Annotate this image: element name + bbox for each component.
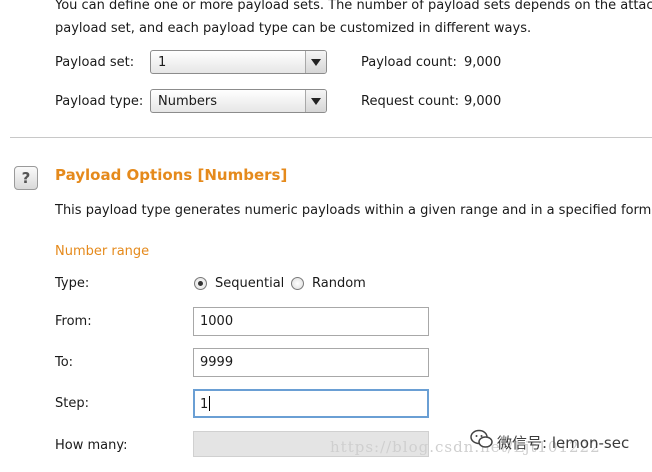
- help-button[interactable]: ?: [14, 166, 38, 190]
- to-label: To:: [55, 355, 74, 370]
- payload-set-label: Payload set:: [55, 55, 135, 70]
- type-label: Type:: [55, 276, 90, 291]
- section-divider: [10, 137, 652, 138]
- section-description: This payload type generates numeric payl…: [55, 203, 652, 218]
- step-input[interactable]: 1: [193, 389, 429, 418]
- how-many-label: How many:: [55, 438, 128, 453]
- intro-text: You can define one or more payload sets.…: [55, 0, 652, 40]
- watermark-text: 微信号: lemon-sec: [497, 434, 630, 452]
- radio-sequential[interactable]: [194, 277, 207, 290]
- to-input[interactable]: 9999: [193, 348, 429, 377]
- payload-type-label: Payload type:: [55, 94, 144, 109]
- step-label: Step:: [55, 396, 89, 411]
- section-title: Payload Options [Numbers]: [55, 166, 288, 184]
- payload-type-value: Numbers: [158, 94, 217, 109]
- payload-type-select[interactable]: Numbers: [150, 89, 327, 113]
- radio-random-label[interactable]: Random: [312, 276, 366, 291]
- from-input-value: 1000: [200, 314, 234, 329]
- intro-line-2: payload set, and each payload type can b…: [55, 21, 532, 36]
- payload-set-value: 1: [158, 55, 167, 70]
- from-label: From:: [55, 314, 92, 329]
- radio-random[interactable]: [291, 277, 304, 290]
- intro-line-1: You can define one or more payload sets.…: [55, 0, 652, 13]
- chevron-down-icon[interactable]: [305, 90, 326, 112]
- payload-count-value: 9,000: [464, 55, 502, 70]
- request-count-value: 9,000: [464, 94, 502, 109]
- step-input-value: 1: [200, 397, 209, 412]
- number-range-heading: Number range: [55, 244, 150, 259]
- text-caret: [209, 396, 211, 411]
- to-input-value: 9999: [200, 355, 234, 370]
- request-count-label: Request count:: [361, 94, 459, 109]
- question-mark-icon: ?: [21, 169, 31, 187]
- payload-count-label: Payload count:: [361, 55, 457, 70]
- payload-set-select[interactable]: 1: [150, 50, 327, 74]
- from-input[interactable]: 1000: [193, 307, 429, 336]
- wechat-icon: [470, 428, 494, 454]
- chevron-down-icon[interactable]: [305, 51, 326, 73]
- radio-sequential-label[interactable]: Sequential: [215, 276, 284, 291]
